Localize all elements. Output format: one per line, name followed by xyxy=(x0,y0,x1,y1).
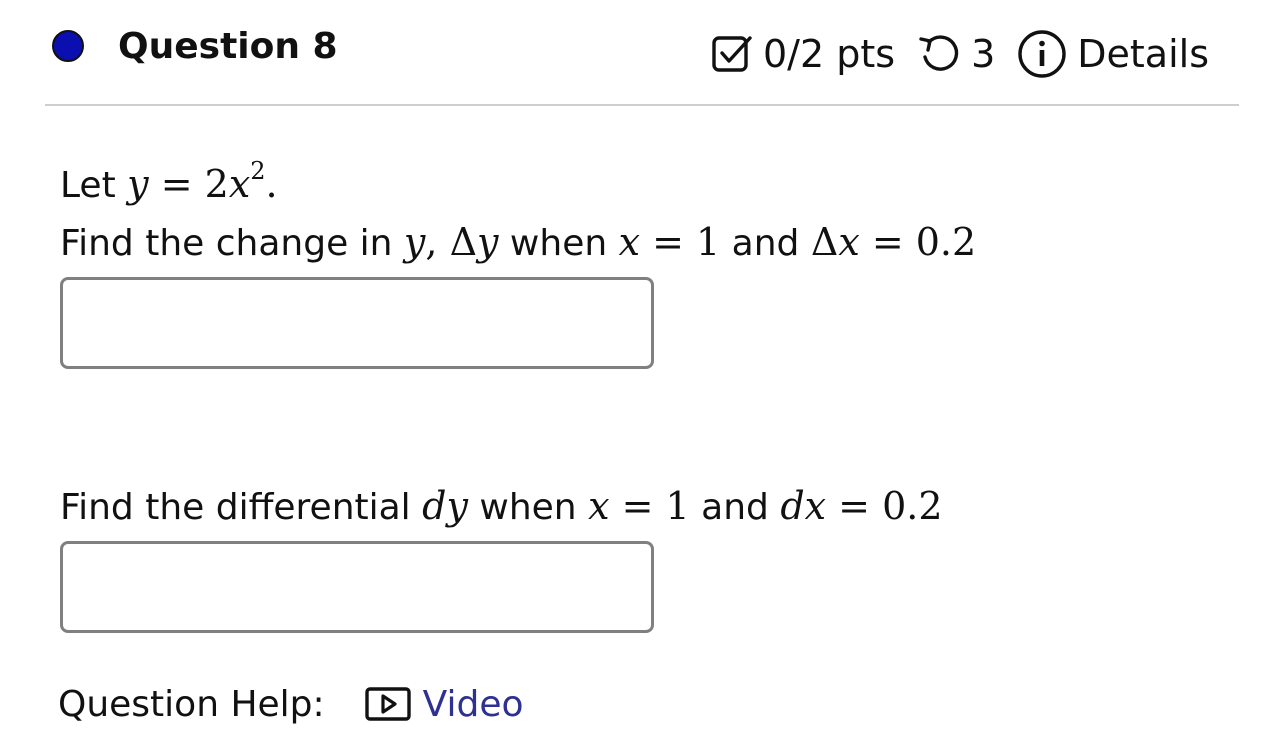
part1-dx-val: 0.2 xyxy=(915,220,977,264)
part1-prompt: Find the change in y, Δy when x = 1 and … xyxy=(60,220,976,266)
function-lhs: y xyxy=(127,162,149,206)
attempts-count: 3 xyxy=(971,32,996,76)
part2-text-when: when xyxy=(467,487,589,528)
part1-comma: , xyxy=(425,220,450,264)
retry-icon xyxy=(917,33,961,75)
part1-delta-x: Δ xyxy=(810,220,839,264)
part1-delta-x-var: x xyxy=(838,220,860,264)
score-text: 0/2 pts xyxy=(763,32,896,76)
checkbox-check-icon xyxy=(711,33,753,75)
part1-text-when: when xyxy=(498,223,619,264)
part1-delta-y: Δ xyxy=(449,220,478,264)
part1-text-and: and xyxy=(720,223,811,264)
part1-eq2: = xyxy=(859,220,916,264)
part2-text-a: Find the differential xyxy=(60,487,423,528)
play-box-icon xyxy=(364,687,411,721)
question-header: Question 8 0/2 pts 3 Details xyxy=(45,20,1239,80)
question-title: Question 8 xyxy=(118,26,338,67)
part2-dy-var: y xyxy=(446,484,468,528)
part2-answer-input[interactable] xyxy=(60,541,654,633)
part2-prompt: Find the differential dy when x = 1 and … xyxy=(60,484,943,530)
question-meta: 0/2 pts 3 Details xyxy=(711,28,1209,80)
part2-dx-d: d xyxy=(780,484,805,528)
intro-label: Let xyxy=(60,165,116,206)
part2-text-and: and xyxy=(689,487,781,528)
part1-x-var: x xyxy=(618,220,641,264)
video-link-label[interactable]: Video xyxy=(423,684,524,725)
part1-var-y: y xyxy=(403,220,426,264)
part2-eq2: = xyxy=(826,484,883,528)
function-var: x xyxy=(228,162,251,206)
part2-dy-d: d xyxy=(422,484,447,528)
header-divider xyxy=(45,104,1239,106)
part1-text-a: Find the change in xyxy=(60,223,404,264)
function-coef: 2 xyxy=(204,162,229,206)
function-eq: = xyxy=(160,162,193,206)
details-link[interactable]: Details xyxy=(1077,32,1209,76)
info-circle-icon[interactable] xyxy=(1017,29,1067,79)
question-status-dot xyxy=(52,30,84,62)
question-help-label: Question Help: xyxy=(58,683,325,725)
function-definition: y = 2x2. xyxy=(127,159,278,206)
function-end: . xyxy=(265,162,278,206)
part2-x-var: x xyxy=(588,484,610,528)
part1-answer-input[interactable] xyxy=(60,277,654,369)
part2-x-val: 1 xyxy=(665,484,690,528)
part2-dx-var: x xyxy=(804,484,827,528)
question-help: Question Help: Video xyxy=(58,680,524,728)
part2-eq1: = xyxy=(609,484,666,528)
part1-eq1: = xyxy=(640,220,697,264)
part2-dx-val: 0.2 xyxy=(882,484,943,528)
part1-delta-y-var: y xyxy=(477,220,499,264)
video-help-link[interactable]: Video xyxy=(364,684,524,725)
problem-intro: Let y = 2x2. xyxy=(60,159,278,208)
part1-x-val: 1 xyxy=(696,220,721,264)
function-exp: 2 xyxy=(250,157,266,185)
